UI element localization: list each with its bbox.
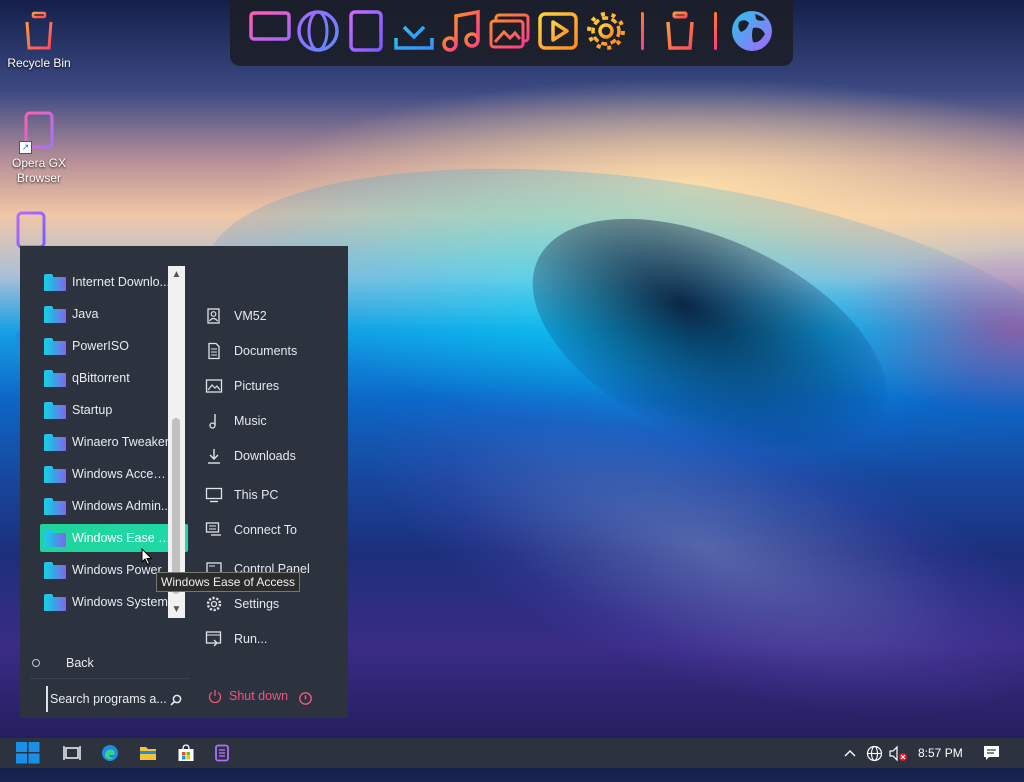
picture-icon <box>204 376 224 396</box>
music-note-icon <box>204 411 224 431</box>
dock-recycle-bin-icon[interactable] <box>656 7 704 55</box>
chevron-up-icon[interactable] <box>842 738 858 768</box>
list-item-qbittorrent[interactable]: qBittorrent <box>40 364 188 392</box>
scroll-thumb[interactable] <box>172 418 180 594</box>
place-item-pictures[interactable]: Pictures <box>204 374 279 398</box>
download-arrow-icon <box>204 446 224 466</box>
search-programs-input[interactable]: Search programs a... <box>46 686 188 712</box>
file-explorer-icon[interactable] <box>136 738 160 768</box>
dock-monitor-icon[interactable] <box>246 7 294 55</box>
windows-start-icon[interactable] <box>14 738 42 768</box>
network-icon[interactable] <box>864 738 884 768</box>
edge-icon[interactable] <box>98 738 122 768</box>
folder-icon <box>44 561 66 579</box>
dock-settings-gear-icon[interactable] <box>582 7 630 55</box>
list-item-windows-ease-of-access[interactable]: Windows Ease o... <box>40 524 188 552</box>
document-icon <box>204 341 224 361</box>
place-item-documents[interactable]: Documents <box>204 339 297 363</box>
dock-separator <box>714 12 717 50</box>
connect-icon <box>204 520 224 540</box>
place-item-music[interactable]: Music <box>204 409 267 433</box>
list-item-startup[interactable]: Startup <box>40 396 188 424</box>
divider <box>30 678 190 679</box>
computer-icon <box>204 485 224 505</box>
folder-icon <box>44 273 66 291</box>
list-item-internet-download[interactable]: Internet Downlo... <box>40 268 188 296</box>
list-item-java[interactable]: Java <box>40 300 188 328</box>
taskbar: 8:57 PM <box>0 738 1024 768</box>
notification-icon[interactable] <box>980 738 1002 768</box>
place-item-settings[interactable]: Settings <box>204 592 279 616</box>
desktop-icon-recycle-bin[interactable]: Recycle Bin <box>4 10 74 71</box>
search-icon[interactable] <box>170 693 182 706</box>
folder-icon <box>44 497 66 515</box>
back-button[interactable]: Back <box>32 656 94 670</box>
power-icon <box>208 689 222 704</box>
top-dock <box>230 0 793 66</box>
power-options-icon[interactable] <box>299 692 312 705</box>
taskbar-clock[interactable]: 8:57 PM <box>918 746 963 760</box>
place-item-downloads[interactable]: Downloads <box>204 444 296 468</box>
dock-internet-globe-icon[interactable] <box>728 7 776 55</box>
scroll-down-icon[interactable]: ▼ <box>168 601 185 618</box>
back-dot-icon <box>32 659 40 667</box>
list-item-winaero-tweaker[interactable]: Winaero Tweaker <box>40 428 188 456</box>
app-icon[interactable] <box>210 738 234 768</box>
list-item-windows-admin[interactable]: Windows Admin... <box>40 492 188 520</box>
recycle-bin-icon <box>19 10 59 54</box>
list-item-windows-system[interactable]: Windows System <box>40 588 188 616</box>
dock-download-icon[interactable] <box>390 7 438 55</box>
folder-icon <box>44 529 66 547</box>
folder-icon <box>44 401 66 419</box>
user-icon <box>204 306 224 326</box>
list-item-windows-accessories[interactable]: Windows Access... <box>40 460 188 488</box>
program-list-scrollbar[interactable]: ▲ ▼ <box>168 266 185 618</box>
opera-gx-icon: ↗ <box>19 110 59 154</box>
gear-icon <box>204 594 224 614</box>
dock-video-player-icon[interactable] <box>534 7 582 55</box>
folder-icon <box>44 433 66 451</box>
dock-pictures-icon[interactable] <box>486 7 534 55</box>
shortcut-arrow-icon: ↗ <box>19 141 32 154</box>
desktop-icon-label: Opera GX Browser <box>11 156 67 185</box>
shutdown-button[interactable]: Shut down <box>208 689 288 704</box>
desktop-icon-opera-gx[interactable]: ↗ Opera GX Browser <box>4 110 74 186</box>
place-item-run[interactable]: Run... <box>204 627 267 651</box>
folder-icon <box>44 593 66 611</box>
dock-music-icon[interactable] <box>438 7 486 55</box>
start-menu: Internet Downlo... Java PowerISO qBittor… <box>20 246 348 718</box>
folder-icon <box>44 369 66 387</box>
folder-icon <box>44 305 66 323</box>
volume-muted-icon[interactable] <box>887 738 909 768</box>
folder-icon <box>44 337 66 355</box>
tooltip: Windows Ease of Access <box>156 572 301 592</box>
place-item-connect-to[interactable]: Connect To <box>204 518 297 542</box>
place-item-this-pc[interactable]: This PC <box>204 483 278 507</box>
scroll-up-icon[interactable]: ▲ <box>168 266 185 283</box>
dock-documents-icon[interactable] <box>342 7 390 55</box>
dock-globe-icon[interactable] <box>294 7 342 55</box>
task-view-icon[interactable] <box>60 738 84 768</box>
folder-icon <box>44 465 66 483</box>
dock-separator <box>641 12 644 50</box>
run-icon <box>204 629 224 649</box>
store-icon[interactable] <box>174 738 198 768</box>
list-item-poweriso[interactable]: PowerISO <box>40 332 188 360</box>
desktop-icon-label: Recycle Bin <box>7 56 71 70</box>
mouse-pointer-icon <box>141 547 153 566</box>
place-item-user[interactable]: VM52 <box>204 304 267 328</box>
